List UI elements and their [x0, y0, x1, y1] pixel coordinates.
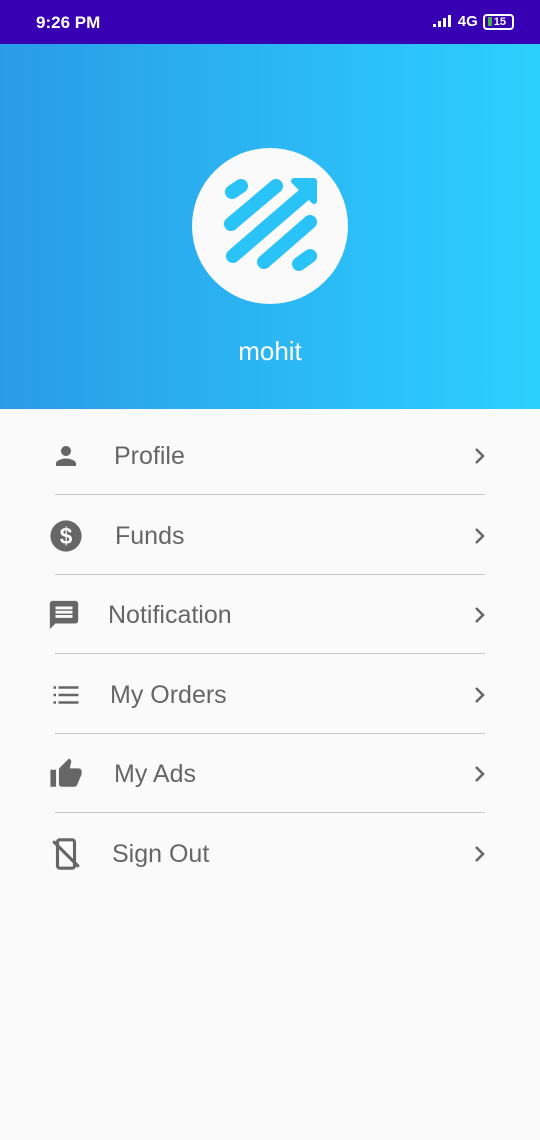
thumb-up-icon: [48, 756, 84, 792]
divider: [55, 733, 485, 734]
menu-item-label: My Ads: [114, 759, 196, 788]
list-icon: [48, 677, 84, 713]
chevron-right-icon: [475, 766, 485, 782]
menu-item-sign-out[interactable]: Sign Out: [0, 815, 540, 893]
menu-item-funds[interactable]: $ Funds: [0, 497, 540, 575]
status-bar: 9:26 PM 4G 15: [0, 0, 540, 44]
divider: [55, 653, 485, 654]
status-time: 9:26 PM: [36, 13, 101, 32]
profile-header: mohit: [0, 44, 540, 409]
battery-icon: 15: [482, 13, 514, 30]
menu-item-my-ads[interactable]: My Ads: [0, 735, 540, 813]
divider: [55, 574, 485, 575]
app-logo: [192, 148, 348, 304]
divider: [55, 494, 485, 495]
menu-item-notification[interactable]: Notification: [0, 576, 540, 654]
menu-item-label: Funds: [115, 521, 185, 550]
menu-item-label: Sign Out: [112, 839, 210, 868]
phone-off-icon: [48, 836, 84, 872]
menu-item-label: My Orders: [110, 680, 227, 709]
svg-text:$: $: [60, 523, 73, 549]
person-icon: [48, 438, 84, 474]
menu-item-profile[interactable]: Profile: [0, 417, 540, 495]
menu-item-my-orders[interactable]: My Orders: [0, 656, 540, 734]
menu-item-label: Notification: [108, 600, 232, 629]
battery-level: 15: [493, 15, 506, 28]
dollar-icon: $: [48, 518, 84, 554]
status-indicators: 4G 15: [432, 13, 514, 30]
trend-arrow-icon: [224, 178, 317, 271]
network-type: 4G: [457, 13, 478, 30]
divider: [55, 812, 485, 813]
menu-item-label: Profile: [114, 441, 185, 470]
chevron-right-icon: [475, 687, 485, 703]
chevron-right-icon: [475, 846, 485, 862]
chevron-right-icon: [475, 528, 485, 544]
chevron-right-icon: [475, 607, 485, 623]
signal-icon: [432, 14, 451, 27]
chevron-right-icon: [475, 448, 485, 464]
username: mohit: [238, 336, 302, 366]
message-icon: [46, 597, 82, 633]
